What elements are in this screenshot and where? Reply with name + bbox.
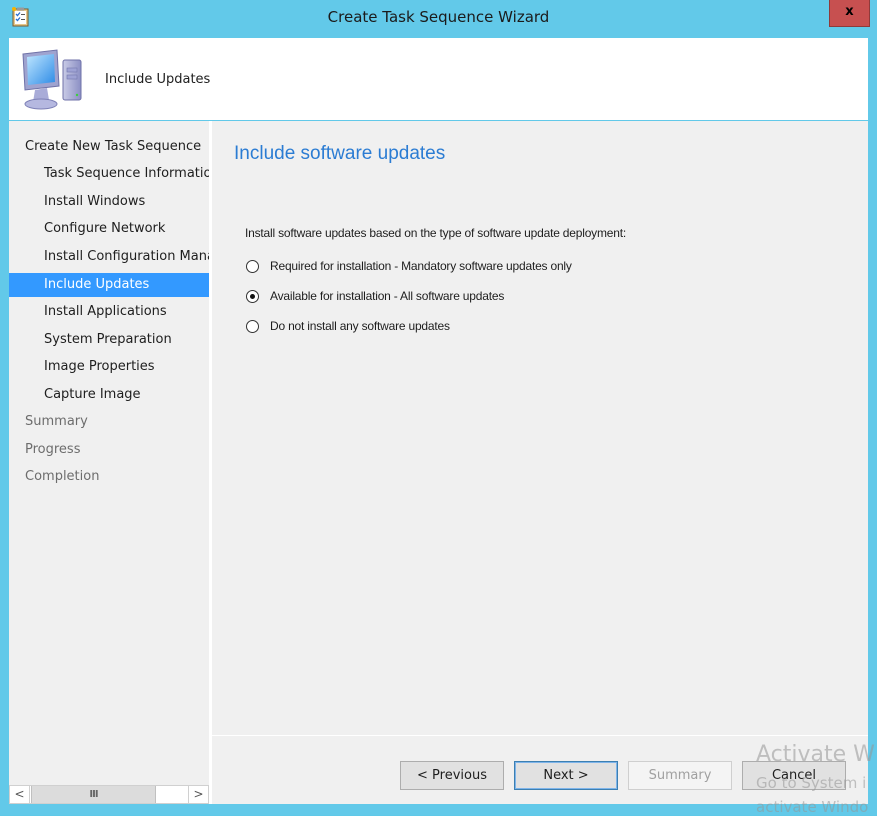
scrollbar-thumb[interactable]: III <box>31 786 156 803</box>
page-header-title: Include Updates <box>105 72 211 87</box>
sidebar-item-install-windows[interactable]: Install Windows <box>9 190 209 214</box>
wizard-content: Include software updates Install softwar… <box>212 121 868 735</box>
wizard-header: Include Updates <box>9 38 868 120</box>
window-title: Create Task Sequence Wizard <box>327 8 550 26</box>
wizard-footer: < Previous Next > Summary Cancel <box>212 736 868 804</box>
content-description: Install software updates based on the ty… <box>245 226 626 240</box>
sidebar-item-install-configuration-manager[interactable]: Install Configuration Manager <box>9 245 209 269</box>
sidebar-item-capture-image[interactable]: Capture Image <box>9 383 209 407</box>
next-button[interactable]: Next > <box>514 761 618 790</box>
scroll-left-icon[interactable]: < <box>10 786 30 803</box>
scroll-right-icon[interactable]: > <box>188 786 208 803</box>
radio-label: Required for installation - Mandatory so… <box>270 259 572 273</box>
sidebar-item-create-new-task-sequence[interactable]: Create New Task Sequence <box>9 135 209 159</box>
sidebar-item-configure-network[interactable]: Configure Network <box>9 217 209 241</box>
previous-button[interactable]: < Previous <box>400 761 504 790</box>
radio-unchecked-icon[interactable] <box>246 259 259 273</box>
radio-do-not-install[interactable]: Do not install any software updates <box>246 317 450 335</box>
sidebar-horizontal-scrollbar[interactable]: < III > <box>9 785 209 804</box>
computer-icon <box>22 49 82 110</box>
sidebar-item-include-updates[interactable]: Include Updates <box>9 273 209 297</box>
sidebar-item-task-sequence-information[interactable]: Task Sequence Information <box>9 162 209 186</box>
sidebar-item-completion: Completion <box>25 469 100 484</box>
sidebar-item-image-properties[interactable]: Image Properties <box>9 355 209 379</box>
radio-unchecked-icon[interactable] <box>246 319 259 333</box>
sidebar-item-install-applications[interactable]: Install Applications <box>9 300 209 324</box>
radio-checked-icon[interactable] <box>246 289 259 303</box>
radio-label: Do not install any software updates <box>270 319 450 333</box>
title-bar[interactable]: Create Task Sequence Wizard x <box>0 0 877 38</box>
radio-label: Available for installation - All softwar… <box>270 289 505 303</box>
close-icon: x <box>845 4 854 19</box>
sidebar-item-summary: Summary <box>25 414 88 429</box>
wizard-steps-sidebar: Create New Task Sequence Task Sequence I… <box>9 121 209 804</box>
sidebar-item-progress: Progress <box>25 442 81 457</box>
radio-required-for-installation[interactable]: Required for installation - Mandatory so… <box>246 257 572 275</box>
window-border-right <box>868 38 877 815</box>
summary-button: Summary <box>628 761 732 790</box>
content-title: Include software updates <box>234 143 446 164</box>
cancel-button[interactable]: Cancel <box>742 761 846 790</box>
wizard-window: Create Task Sequence Wizard x Include Up… <box>0 0 877 816</box>
radio-available-for-installation[interactable]: Available for installation - All softwar… <box>246 287 504 305</box>
sidebar-item-system-preparation[interactable]: System Preparation <box>9 328 209 352</box>
close-button[interactable]: x <box>829 0 870 27</box>
